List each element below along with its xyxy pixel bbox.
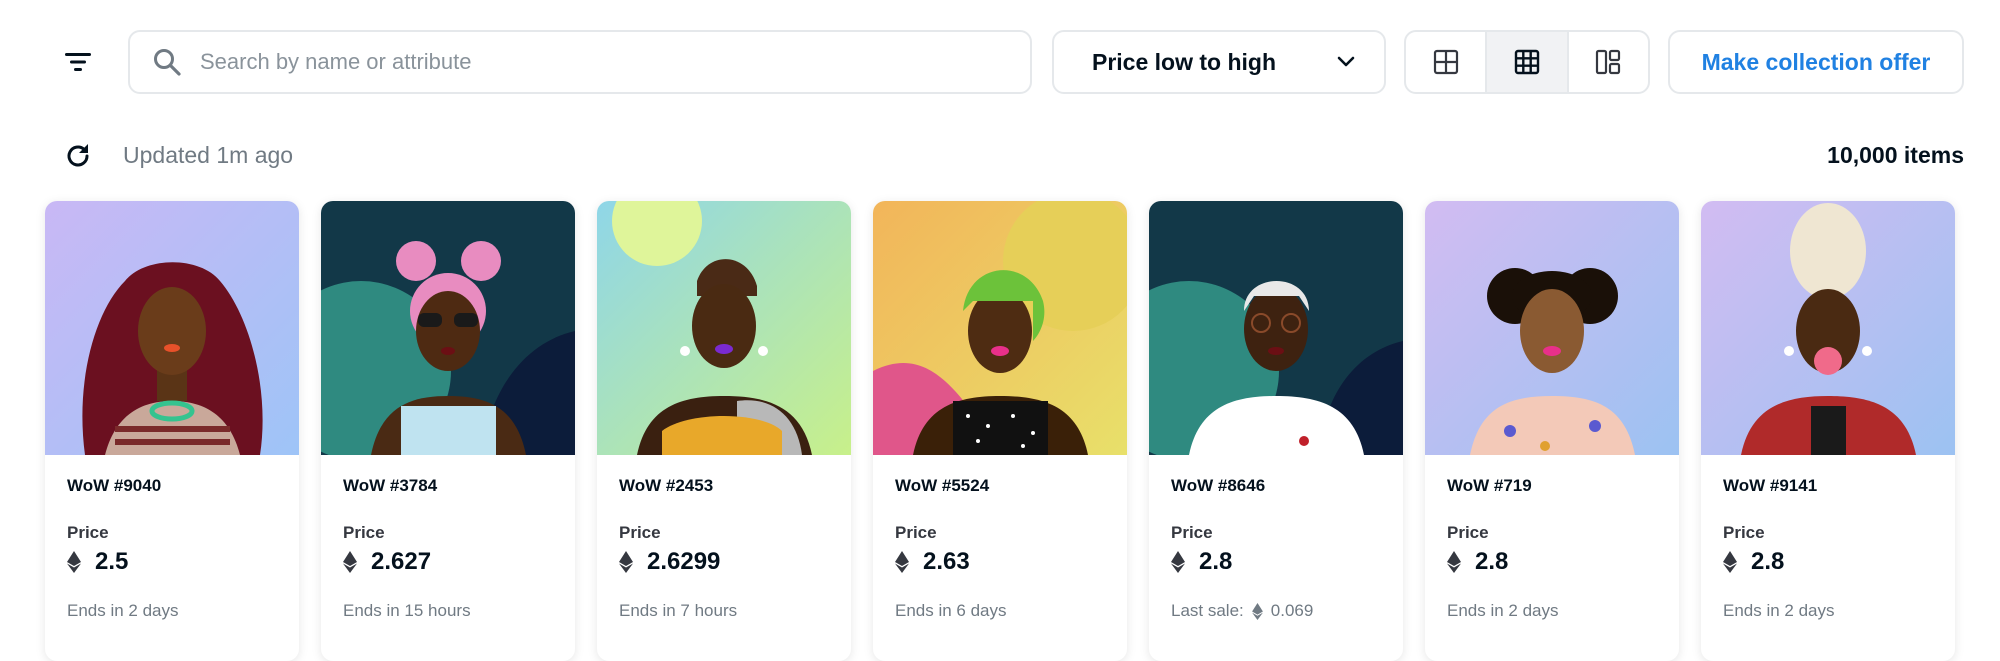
footer-text: Ends in 6 days (895, 601, 1007, 620)
nft-image (873, 201, 1127, 455)
nft-name: WoW #9040 (67, 476, 162, 495)
price-value: 2.627 (371, 548, 432, 575)
price-value: 2.63 (923, 548, 970, 575)
chevron-down-icon (1337, 56, 1355, 67)
nft-image (1701, 201, 1955, 455)
footer-text: Ends in 15 hours (343, 601, 471, 620)
price-label: Price (1447, 523, 1489, 542)
nft-card[interactable]: WoW #9040 Price 2.5 Ends in 2 days (45, 201, 299, 661)
nft-price: 2.6299 (619, 548, 720, 576)
ethereum-icon (1447, 551, 1461, 573)
sort-dropdown[interactable]: Price low to high (1052, 30, 1386, 94)
nft-name: WoW #5524 (895, 476, 990, 495)
last-updated-text: Updated 1m ago (123, 142, 294, 168)
filter-icon (65, 53, 91, 71)
nft-card[interactable]: WoW #3784 Price 2.627 Ends in 15 hours (321, 201, 575, 661)
footer-text: Ends in 2 days (1447, 601, 1559, 620)
sort-selected-label: Price low to high (1092, 48, 1277, 75)
make-collection-offer-button[interactable]: Make collection offer (1668, 30, 1964, 94)
price-label: Price (1723, 523, 1765, 542)
price-label: Price (343, 523, 385, 542)
ethereum-icon (1251, 602, 1263, 620)
ethereum-icon (343, 551, 357, 573)
nft-image (321, 201, 575, 455)
price-value: 2.6299 (647, 548, 721, 575)
nft-card[interactable]: WoW #719 Price 2.8 Ends in 2 days (1425, 201, 1679, 661)
card-footer: Ends in 7 hours (619, 601, 737, 621)
price-value: 2.8 (1199, 548, 1233, 575)
nft-price: 2.627 (343, 548, 431, 576)
nft-name: WoW #719 (1447, 476, 1532, 495)
card-footer: Ends in 2 days (67, 601, 179, 621)
toolbar: Price low to high (0, 30, 2000, 96)
nft-price: 2.5 (67, 548, 128, 576)
search-icon (152, 47, 182, 77)
ethereum-icon (895, 551, 909, 573)
nft-card[interactable]: WoW #8646 Price 2.8 Last sale: 0.069 (1149, 201, 1403, 661)
card-footer: Ends in 15 hours (343, 601, 471, 621)
mosaic-icon (1596, 49, 1621, 75)
price-value: 2.8 (1475, 548, 1509, 575)
nft-image (597, 201, 851, 455)
footer-text: Ends in 2 days (67, 601, 179, 620)
nft-card[interactable]: WoW #2453 Price 2.6299 Ends in 7 hours (597, 201, 851, 661)
search-box (128, 30, 1032, 94)
ethereum-icon (619, 551, 633, 573)
nft-name: WoW #3784 (343, 476, 438, 495)
footer-text: Ends in 2 days (1723, 601, 1835, 620)
view-mode-toggle (1404, 30, 1650, 94)
large-grid-view-button[interactable] (1406, 32, 1485, 92)
refresh-icon (67, 144, 89, 167)
nft-name: WoW #8646 (1171, 476, 1266, 495)
nft-name: WoW #9141 (1723, 476, 1818, 495)
compact-grid-icon (1514, 49, 1540, 75)
card-footer: Ends in 2 days (1447, 601, 1559, 621)
card-footer: Ends in 2 days (1723, 601, 1835, 621)
ethereum-icon (67, 551, 81, 573)
price-value: 2.8 (1751, 548, 1785, 575)
price-label: Price (619, 523, 661, 542)
last-sale-value: 0.069 (1270, 601, 1314, 620)
nft-name: WoW #2453 (619, 476, 714, 495)
price-value: 2.5 (95, 548, 129, 575)
price-label: Price (895, 523, 937, 542)
footer-text: Last sale: (1171, 601, 1244, 620)
compact-grid-view-button[interactable] (1485, 32, 1567, 92)
card-footer: Last sale: 0.069 (1171, 601, 1313, 621)
item-count: 10,000 items (1827, 142, 1964, 168)
refresh-button[interactable] (60, 138, 96, 174)
filter-toggle-button[interactable] (56, 40, 100, 84)
nft-image (1425, 201, 1679, 455)
search-input[interactable] (198, 48, 1022, 76)
nft-image (45, 201, 299, 455)
card-footer: Ends in 6 days (895, 601, 1007, 621)
price-label: Price (67, 523, 109, 542)
nft-card[interactable]: WoW #5524 Price 2.63 Ends in 6 days (873, 201, 1127, 661)
mosaic-view-button[interactable] (1566, 32, 1648, 92)
footer-text: Ends in 7 hours (619, 601, 738, 620)
large-grid-icon (1433, 49, 1458, 75)
nft-card[interactable]: WoW #9141 Price 2.8 Ends in 2 days (1701, 201, 1955, 661)
price-label: Price (1171, 523, 1213, 542)
nft-price: 2.8 (1171, 548, 1232, 576)
nft-price: 2.8 (1447, 548, 1508, 576)
nft-price: 2.8 (1723, 548, 1784, 576)
nft-image (1149, 201, 1403, 455)
ethereum-icon (1723, 551, 1737, 573)
ethereum-icon (1171, 551, 1185, 573)
nft-price: 2.63 (895, 548, 970, 576)
